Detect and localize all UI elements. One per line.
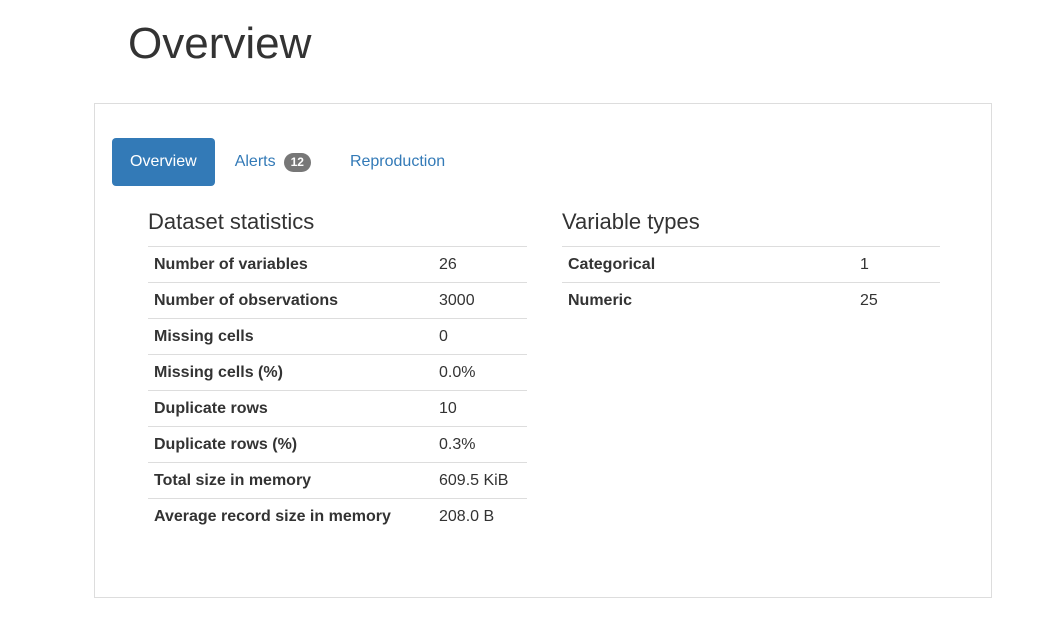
stat-value: 3000 (433, 282, 527, 319)
table-row: Number of variables 26 (148, 246, 527, 283)
tab-alerts-label: Alerts (234, 153, 276, 170)
table-row: Duplicate rows 10 (148, 390, 527, 427)
stat-label: Missing cells (%) (148, 354, 433, 391)
stat-value: 26 (433, 246, 527, 283)
alerts-count-badge: 12 (283, 152, 311, 172)
table-row: Number of observations 3000 (148, 282, 527, 319)
tab-reproduction[interactable]: Reproduction (332, 138, 463, 186)
stat-value: 609.5 KiB (433, 462, 527, 499)
table-row: Total size in memory 609.5 KiB (148, 462, 527, 499)
stat-label: Number of observations (148, 282, 433, 319)
stat-value: 0.3% (433, 426, 527, 463)
variable-types-section: Variable types Categorical 1 Numeric 25 (562, 208, 940, 319)
tab-overview[interactable]: Overview (112, 138, 215, 186)
table-row: Numeric 25 (562, 282, 940, 319)
stat-value: 0 (433, 318, 527, 355)
stat-label: Duplicate rows (148, 390, 433, 427)
type-value: 25 (854, 282, 940, 319)
table-row: Duplicate rows (%) 0.3% (148, 426, 527, 463)
table-row: Missing cells (%) 0.0% (148, 354, 527, 391)
tab-reproduction-label: Reproduction (349, 153, 446, 170)
dataset-statistics-heading: Dataset statistics (148, 209, 315, 234)
type-value: 1 (854, 246, 940, 283)
type-label: Numeric (562, 282, 854, 319)
tab-bar: Overview Alerts 12 Reproduction (112, 138, 463, 186)
dataset-statistics-table: Number of variables 26 Number of observa… (148, 246, 527, 535)
variable-types-table: Categorical 1 Numeric 25 (562, 246, 940, 319)
page-title: Overview (128, 19, 312, 68)
stat-value: 208.0 B (433, 498, 527, 535)
type-label: Categorical (562, 246, 854, 283)
stat-label: Duplicate rows (%) (148, 426, 433, 463)
variable-types-heading: Variable types (562, 209, 700, 234)
table-row: Average record size in memory 208.0 B (148, 498, 527, 535)
stat-label: Average record size in memory (148, 498, 433, 535)
stat-value: 10 (433, 390, 527, 427)
tab-overview-label: Overview (130, 153, 197, 170)
stat-label: Number of variables (148, 246, 433, 283)
stat-label: Total size in memory (148, 462, 433, 499)
stat-value: 0.0% (433, 354, 527, 391)
overview-panel: Overview Alerts 12 Reproduction Dataset … (94, 103, 992, 598)
table-row: Categorical 1 (562, 246, 940, 283)
stat-label: Missing cells (148, 318, 433, 355)
dataset-statistics-section: Dataset statistics Number of variables 2… (148, 208, 527, 535)
table-row: Missing cells 0 (148, 318, 527, 355)
tab-alerts[interactable]: Alerts 12 (217, 138, 329, 186)
